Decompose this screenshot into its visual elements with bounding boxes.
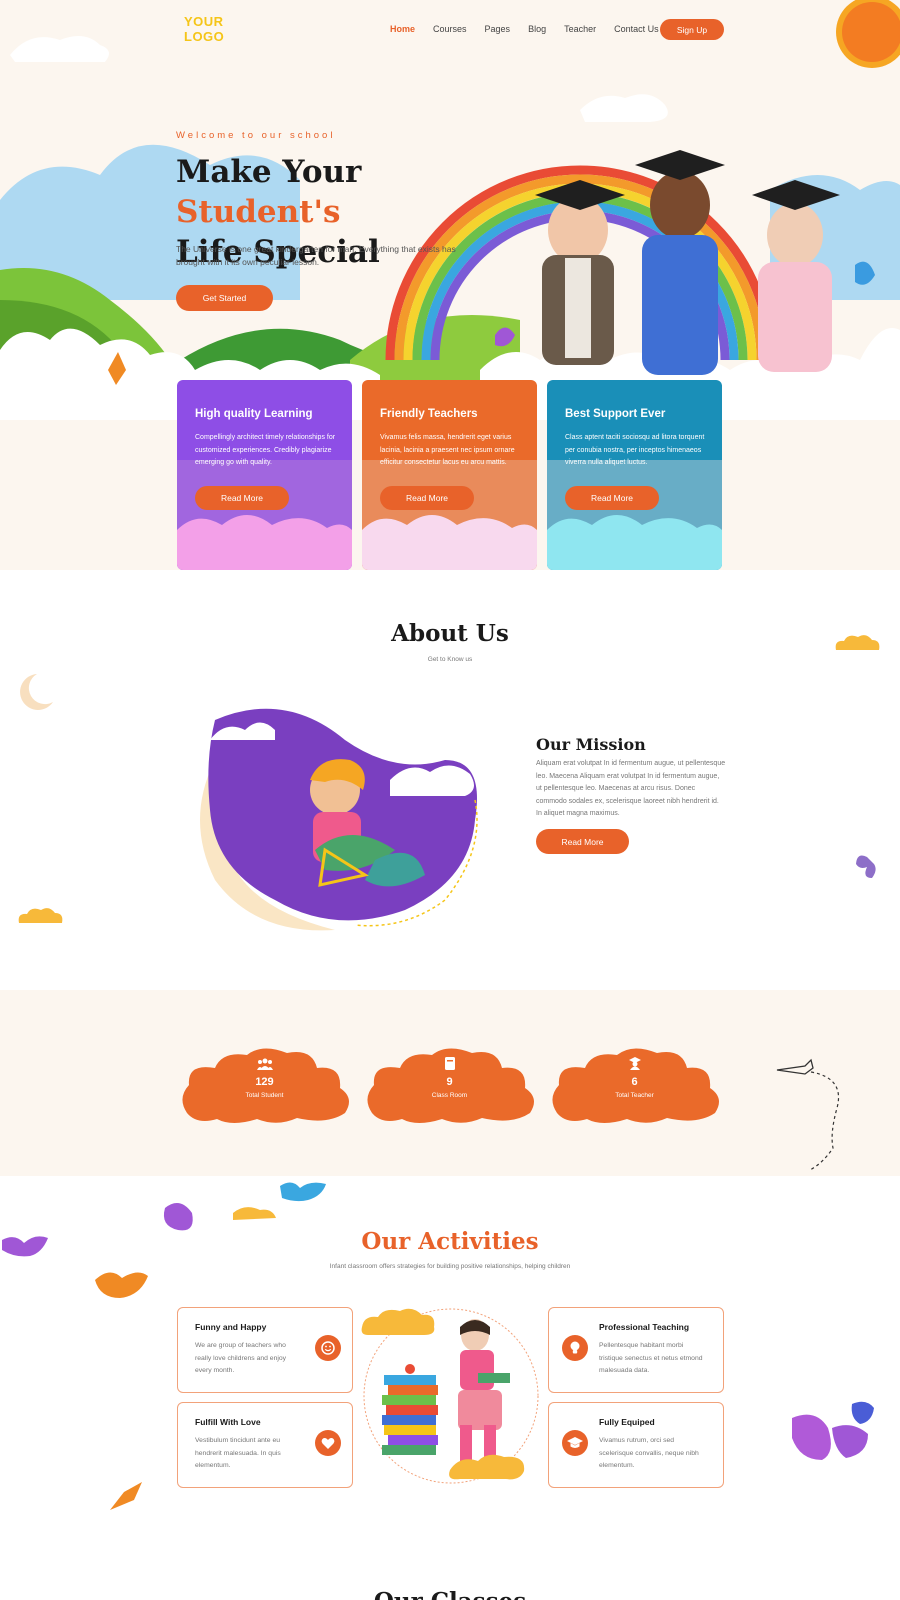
read-more-button[interactable]: Read More bbox=[380, 486, 474, 510]
hero-description: The Universe is one great kindergarten f… bbox=[176, 244, 456, 267]
lightbulb-icon bbox=[562, 1335, 588, 1361]
activity-title: Professional Teaching bbox=[599, 1322, 690, 1332]
graduation-cap-icon bbox=[562, 1430, 588, 1456]
smile-icon bbox=[315, 1335, 341, 1361]
teacher-icon bbox=[547, 1057, 722, 1075]
plane-decoration bbox=[776, 1058, 839, 1171]
butterfly-decoration bbox=[856, 855, 876, 878]
activity-text: Pellentesque habitant morbi tristique se… bbox=[599, 1342, 703, 1374]
cloud-decoration bbox=[18, 908, 63, 923]
activities-title: Our Activities bbox=[361, 1228, 539, 1255]
stat-card: 129 Total Student bbox=[177, 1043, 352, 1125]
about-title: About Us bbox=[391, 620, 509, 647]
activity-title: Fulfill With Love bbox=[195, 1417, 261, 1427]
book-icon bbox=[362, 1057, 537, 1075]
activities-center-illustration bbox=[361, 1308, 539, 1484]
activities-subtitle: Infant classroom offers strategies for b… bbox=[329, 1263, 571, 1270]
nav-home[interactable]: Home bbox=[390, 24, 415, 34]
mission-title: Our Mission bbox=[536, 735, 646, 754]
feature-card-learning: High quality Learning Compellingly archi… bbox=[177, 380, 352, 570]
students-icon bbox=[177, 1057, 352, 1075]
feature-text: Compellingly architect timely relationsh… bbox=[195, 434, 336, 466]
stat-label: Class Room bbox=[431, 1092, 468, 1099]
stat-label: Total Teacher bbox=[615, 1092, 654, 1099]
stat-value: 6 bbox=[631, 1076, 638, 1088]
activity-card-love: Fulfill With Love Vestibulum tincidunt a… bbox=[177, 1402, 353, 1488]
butterfly-decoration bbox=[110, 1482, 142, 1510]
activity-text: We are group of teachers who really love… bbox=[195, 1342, 287, 1374]
nav-pages[interactable]: Pages bbox=[485, 24, 511, 34]
feature-card-support: Best Support Ever Class aptent taciti so… bbox=[547, 380, 722, 570]
mission-read-more-button[interactable]: Read More bbox=[536, 829, 629, 854]
hero-welcome: Welcome to our school bbox=[176, 130, 336, 141]
activity-text: Vivamus rutrum, orci sed scelerisque con… bbox=[599, 1437, 699, 1469]
moon-decoration bbox=[20, 674, 53, 710]
stat-value: 9 bbox=[446, 1076, 453, 1088]
activity-title: Fully Equiped bbox=[599, 1417, 655, 1427]
stat-card: 6 Total Teacher bbox=[547, 1043, 722, 1125]
heart-icon bbox=[315, 1430, 341, 1456]
read-more-button[interactable]: Read More bbox=[195, 486, 289, 510]
mission-illustration bbox=[200, 708, 478, 931]
nav-courses[interactable]: Courses bbox=[433, 24, 467, 34]
stat-label: Total Student bbox=[245, 1092, 284, 1099]
hero-title-part1: Make Your bbox=[176, 154, 362, 190]
nav-contact[interactable]: Contact Us bbox=[614, 24, 659, 34]
get-started-button[interactable]: Get Started bbox=[176, 285, 273, 311]
nav-blog[interactable]: Blog bbox=[528, 24, 546, 34]
feature-title: Best Support Ever bbox=[565, 408, 666, 420]
activity-text: Vestibulum tincidunt ante eu hendrerit m… bbox=[195, 1437, 281, 1469]
feature-title: High quality Learning bbox=[195, 408, 313, 420]
read-more-button[interactable]: Read More bbox=[565, 486, 659, 510]
mission-text: Aliquam erat volutpat In id fermentum au… bbox=[536, 760, 726, 818]
cloud-decoration bbox=[835, 635, 880, 650]
activity-card-professional: Professional Teaching Pellentesque habit… bbox=[548, 1307, 724, 1393]
stat-value: 129 bbox=[255, 1076, 274, 1088]
main-nav: Home Courses Pages Blog Teacher Contact … bbox=[390, 24, 677, 34]
activity-title: Funny and Happy bbox=[195, 1322, 267, 1332]
stat-card: 9 Class Room bbox=[362, 1043, 537, 1125]
nav-teacher[interactable]: Teacher bbox=[564, 24, 596, 34]
feature-text: Class aptent taciti sociosqu ad litora t… bbox=[565, 434, 705, 466]
hero-title-highlight: Student's bbox=[176, 194, 341, 230]
next-section-title: Our Classes bbox=[0, 1588, 900, 1600]
feature-card-teachers: Friendly Teachers Vivamus felis massa, h… bbox=[362, 380, 537, 570]
feature-text: Vivamus felis massa, hendrerit eget vari… bbox=[380, 434, 515, 466]
hero-section: YOUR LOGO Home Courses Pages Blog Teache… bbox=[0, 0, 900, 570]
feature-title: Friendly Teachers bbox=[380, 408, 478, 420]
activity-card-equiped: Fully Equiped Vivamus rutrum, orci sed s… bbox=[548, 1402, 724, 1488]
activity-card-funny: Funny and Happy We are group of teachers… bbox=[177, 1307, 353, 1393]
signup-button[interactable]: Sign Up bbox=[660, 19, 724, 40]
about-subtitle: Get to Know us bbox=[427, 656, 473, 663]
butterfly-decoration bbox=[792, 1401, 874, 1460]
logo[interactable]: YOUR LOGO bbox=[184, 14, 224, 44]
